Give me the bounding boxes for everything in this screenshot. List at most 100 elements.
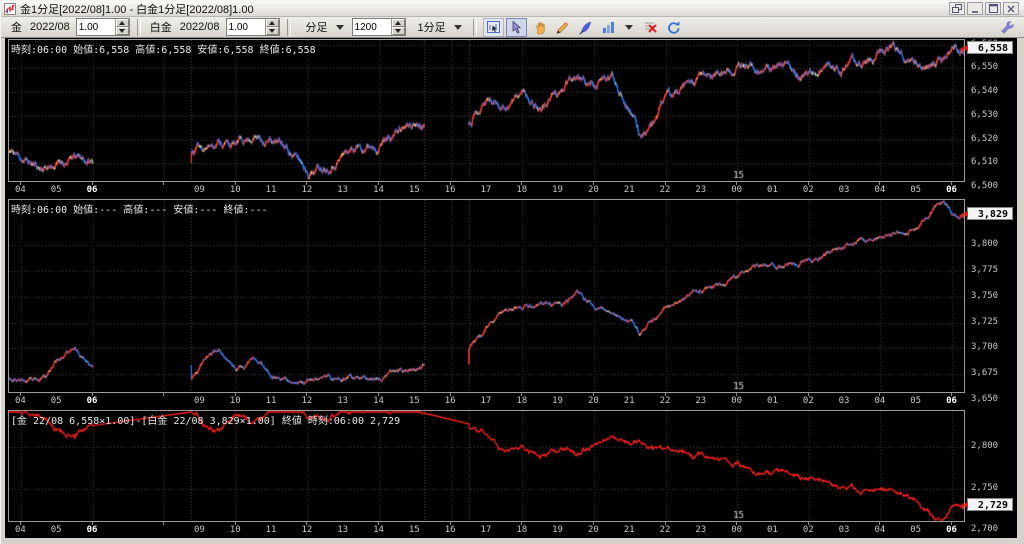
- gold-multiplier-spinner: [76, 18, 130, 36]
- x-tick-label: 09: [194, 185, 205, 195]
- x-tick-label: 12: [301, 185, 312, 195]
- axis-tick-mark: [593, 393, 594, 396]
- x-tick-label: 20: [588, 396, 599, 406]
- axis-tick-mark: [951, 522, 952, 525]
- dropdown-arrow-icon: [336, 25, 344, 30]
- y-tick-label: 3,775: [971, 265, 998, 275]
- maximize-button[interactable]: [985, 2, 1001, 15]
- x-tick-label: 04: [874, 396, 885, 406]
- chart-style-button[interactable]: [598, 18, 619, 37]
- spread-line-canvas[interactable]: [9, 411, 964, 521]
- select-tool-button[interactable]: [506, 18, 527, 37]
- gold-chart-panel[interactable]: 時刻:06:00 始値:6,558 高値:6,558 安値:6,558 終値:6…: [8, 39, 965, 182]
- delete-indicator-button[interactable]: [640, 18, 661, 37]
- x-tick-label: 21: [624, 396, 635, 406]
- x-tick-label: 18: [516, 396, 527, 406]
- y-tick-label: 6,520: [971, 134, 998, 144]
- titlebar[interactable]: 金1分足[2022/08]1.00 - 白金1分足[2022/08]1.00: [1, 1, 1024, 17]
- pen-tool-button[interactable]: [575, 18, 596, 37]
- gold-candlestick-canvas[interactable]: [9, 40, 964, 181]
- settings-button[interactable]: [996, 18, 1017, 37]
- gold-multiplier-input[interactable]: [77, 19, 115, 35]
- x-tick-label: 21: [624, 525, 635, 535]
- refresh-button[interactable]: [663, 18, 684, 37]
- chart-style-dropdown[interactable]: [618, 19, 636, 36]
- maximize-icon: [989, 4, 998, 13]
- chart-settings-button[interactable]: [483, 18, 504, 37]
- bar-count-input[interactable]: [353, 19, 391, 35]
- bar-chart-icon: [601, 20, 616, 35]
- toolbar-separator: [137, 19, 141, 36]
- axis-tick-mark: [951, 182, 952, 185]
- x-tick-label: 12: [301, 525, 312, 535]
- x-tick-label: 12: [301, 396, 312, 406]
- axis-tick-mark: [808, 393, 809, 396]
- spread-time-axis: 0405060910111213141516171819202122230001…: [8, 522, 965, 538]
- platinum-multiplier-input[interactable]: [227, 19, 265, 35]
- y-tick-label: 3,700: [971, 342, 998, 352]
- plat-mult-up-button[interactable]: [266, 19, 279, 27]
- x-tick-label: 19: [552, 185, 563, 195]
- gold-mult-down-button[interactable]: [116, 27, 129, 35]
- x-tick-label: 05: [910, 185, 921, 195]
- x-tick-label: 22: [660, 396, 671, 406]
- hand-tool-button[interactable]: [529, 18, 550, 37]
- axis-tick-mark: [951, 393, 952, 396]
- axis-tick-mark: [306, 522, 307, 525]
- gold-mult-up-button[interactable]: [116, 19, 129, 27]
- x-tick-label: 11: [266, 185, 277, 195]
- bar-period-dropdown[interactable]: 1分足: [411, 19, 465, 36]
- x-tick-label: 16: [445, 525, 456, 535]
- bar-type-dropdown[interactable]: 分足: [299, 19, 347, 36]
- axis-tick-mark: [808, 522, 809, 525]
- x-tick-label: 01: [767, 396, 778, 406]
- x-tick-label: 18: [516, 525, 527, 535]
- x-tick-label: 04: [15, 396, 26, 406]
- axis-tick-mark: [92, 393, 93, 396]
- x-tick-label: 17: [481, 525, 492, 535]
- platinum-candlestick-canvas[interactable]: [9, 200, 964, 392]
- axis-tick-mark: [879, 393, 880, 396]
- chart-area: 時刻:06:00 始値:6,558 高値:6,558 安値:6,558 終値:6…: [5, 38, 1017, 538]
- down-arrow-icon: [395, 29, 401, 33]
- x-tick-label: 13: [337, 185, 348, 195]
- platinum-chart-panel[interactable]: 時刻:06:00 始値:--- 高値:--- 安値:--- 終値:---: [8, 199, 965, 393]
- pencil-tool-button[interactable]: [552, 18, 573, 37]
- axis-tick-mark: [92, 522, 93, 525]
- axis-tick-mark: [378, 393, 379, 396]
- x-tick-label: 02: [803, 396, 814, 406]
- spread-chart-panel[interactable]: [金 22/08 6,558×1.00]-[白金 22/08 3,829×1.0…: [8, 410, 965, 522]
- x-tick-label: 17: [481, 396, 492, 406]
- minimize-button[interactable]: [967, 2, 983, 15]
- y-tick-label: 3,675: [971, 368, 998, 378]
- close-button[interactable]: [1003, 2, 1019, 15]
- plat-mult-down-button[interactable]: [266, 27, 279, 35]
- x-tick-label: 11: [266, 525, 277, 535]
- app-window: 金1分足[2022/08]1.00 - 白金1分足[2022/08]1.00: [0, 0, 1024, 544]
- x-tick-label: 13: [337, 525, 348, 535]
- x-tick-label: 22: [660, 185, 671, 195]
- spread-value-axis: 2,8002,7502,7002,729: [966, 410, 1017, 538]
- bar-count-down-button[interactable]: [392, 27, 405, 35]
- axis-tick-mark: [665, 182, 666, 185]
- x-tick-label: 13: [337, 396, 348, 406]
- x-tick-label: 20: [588, 525, 599, 535]
- float-window-button[interactable]: [949, 2, 965, 15]
- x-tick-label: 05: [910, 525, 921, 535]
- pencil-icon: [555, 20, 570, 35]
- x-tick-label: 14: [373, 185, 384, 195]
- axis-tick-mark: [879, 182, 880, 185]
- axis-tick-mark: [20, 182, 21, 185]
- x-tick-label: 00: [731, 185, 742, 195]
- x-tick-label: 19: [552, 396, 563, 406]
- x-tick-label: 16: [445, 185, 456, 195]
- x-tick-label: 23: [695, 396, 706, 406]
- x-tick-label: 15: [409, 525, 420, 535]
- x-tick-label: 05: [51, 185, 62, 195]
- y-tick-label: 6,550: [971, 62, 998, 72]
- bar-count-up-button[interactable]: [392, 19, 405, 27]
- axis-tick-mark: [450, 182, 451, 185]
- x-tick-label: 10: [230, 185, 241, 195]
- x-tick-label: 06: [946, 185, 957, 195]
- toolbar-separator: [473, 19, 477, 36]
